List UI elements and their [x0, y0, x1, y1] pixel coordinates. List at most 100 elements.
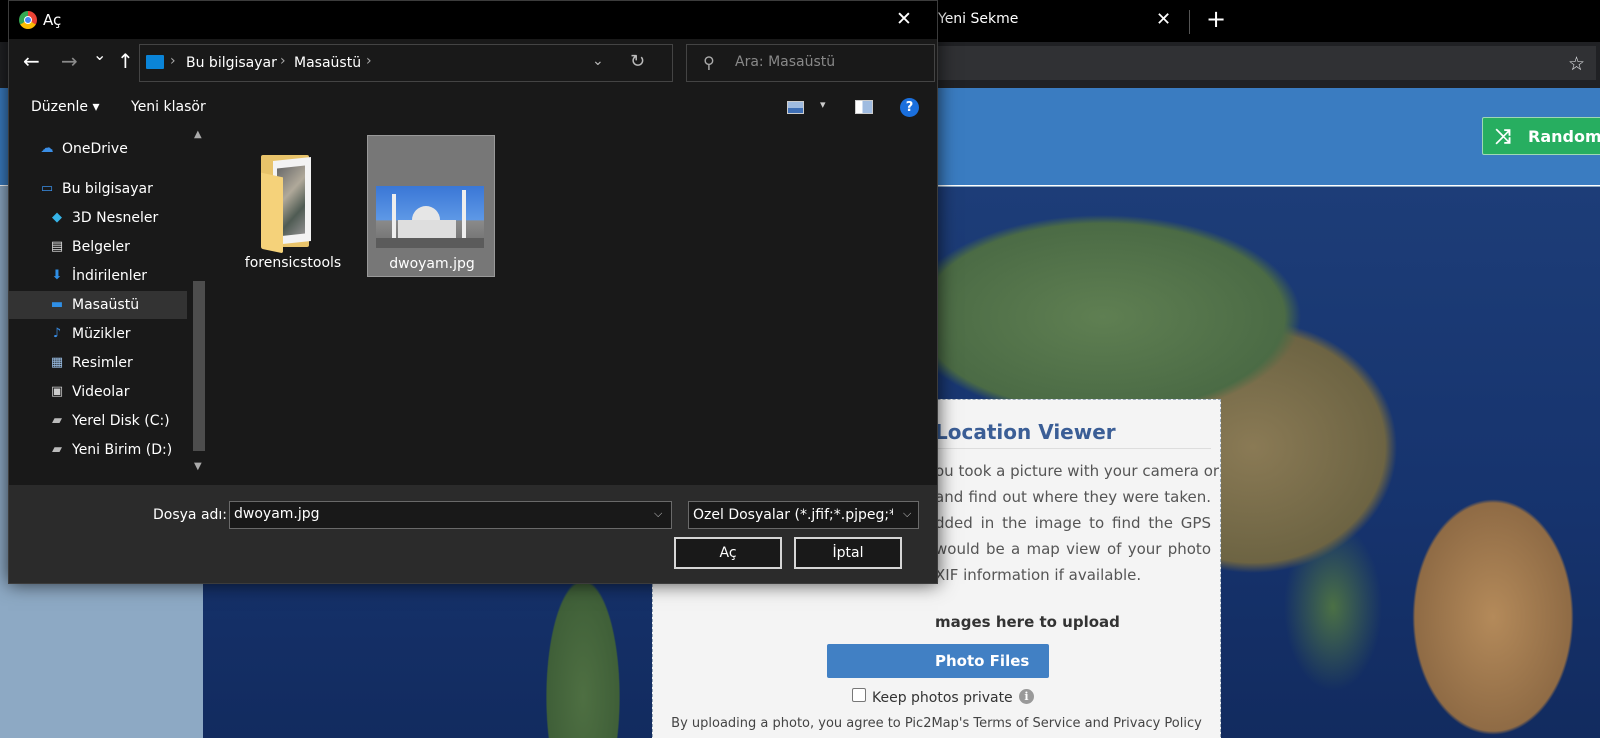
- close-icon[interactable]: ✕: [896, 8, 912, 30]
- chevron-down-icon[interactable]: ⌵: [903, 507, 911, 521]
- pictures-icon: ▦: [50, 355, 64, 370]
- back-arrow-icon[interactable]: ←: [23, 49, 40, 73]
- organize-button[interactable]: Düzenle ▾: [31, 99, 99, 115]
- preview-pane-icon[interactable]: [855, 100, 873, 114]
- video-icon: ▣: [50, 384, 64, 399]
- file-list-pane: forensicstools dwoyam.jpg: [213, 127, 937, 485]
- sidebar-item-label: Müzikler: [72, 326, 131, 342]
- sidebar-item-label: Yeni Birim (D:): [72, 442, 173, 458]
- view-options-icon[interactable]: [787, 101, 804, 114]
- random-button-label: Random L: [1528, 127, 1600, 146]
- keep-private-label: Keep photos private: [872, 690, 1013, 706]
- thumbnail-building: [398, 220, 456, 240]
- photo-files-label: Photo Files: [935, 652, 1030, 670]
- drive-icon: ▰: [52, 442, 62, 457]
- sidebar-item[interactable]: ▰ Yeni Birim (D:): [9, 436, 187, 464]
- title-divider: [935, 448, 1211, 449]
- dialog-search-box[interactable]: ⚲: [686, 44, 935, 82]
- file-item-forensicstools[interactable]: forensicstools: [229, 135, 357, 277]
- sidebar-item[interactable]: ◆ 3D Nesneler: [9, 204, 187, 232]
- shuffle-icon: ⤨: [1495, 124, 1511, 148]
- sidebar-item-label: Bu bilgisayar: [62, 181, 153, 197]
- sidebar-item-label: OneDrive: [62, 141, 128, 157]
- address-bar[interactable]: [920, 46, 1596, 80]
- dialog-footer: Dosya adı: ⌵ Özel Dosyalar (*.jfif;*.pjp…: [9, 485, 937, 583]
- sidebar-item[interactable]: ⬇ İndirilenler: [9, 262, 187, 290]
- scroll-up-icon[interactable]: ▲: [194, 129, 202, 140]
- tab-close-icon[interactable]: ✕: [1156, 9, 1171, 30]
- new-folder-button[interactable]: Yeni klasör: [131, 99, 206, 115]
- tab-separator: [1189, 10, 1190, 34]
- dialog-navigation-bar: ← → ⌄ ↑ › Bu bilgisayar › Masaüstü › ⌄ ↻…: [9, 39, 937, 89]
- breadcrumb-separator: ›: [280, 53, 286, 69]
- open-button[interactable]: Aç: [674, 537, 782, 569]
- chevron-down-icon[interactable]: ⌄: [592, 53, 604, 69]
- cancel-button-label: İptal: [832, 545, 864, 561]
- refresh-icon[interactable]: ↻: [630, 51, 645, 72]
- sidebar-item-label: Yerel Disk (C:): [72, 413, 170, 429]
- dialog-address-bar[interactable]: › Bu bilgisayar › Masaüstü › ⌄ ↻: [139, 44, 673, 82]
- sidebar-item[interactable]: ♪ Müzikler: [9, 320, 187, 348]
- upload-description-line: would be a map view of your photo: [935, 540, 1211, 558]
- thumbnail-minaret: [462, 190, 466, 240]
- sidebar-item[interactable]: ▦ Resimler: [9, 349, 187, 377]
- navigation-pane: ☁ OneDrive ▭ Bu bilgisayar ◆ 3D Nesneler ▤ Belg…: [9, 127, 211, 485]
- open-file-dialog: Aç ✕ ← → ⌄ ↑ › Bu bilgisayar › Masaüstü …: [8, 0, 938, 584]
- breadcrumb-separator: ›: [170, 53, 176, 69]
- music-icon: ♪: [52, 326, 62, 341]
- upload-description-line: XIF information if available.: [935, 566, 1142, 584]
- sidebar-item-label: İndirilenler: [72, 268, 148, 284]
- sidebar-item[interactable]: ▬ Masaüstü: [9, 291, 187, 319]
- chevron-down-icon[interactable]: ⌵: [654, 507, 662, 521]
- sidebar-item-label: Masaüstü: [72, 297, 140, 313]
- sidebar-item[interactable]: ▭ Bu bilgisayar: [9, 175, 187, 203]
- terms-text: By uploading a photo, you agree to Pic2M…: [671, 716, 1202, 731]
- scroll-down-icon[interactable]: ▼: [194, 461, 202, 472]
- scrollbar-thumb[interactable]: [193, 281, 205, 451]
- chevron-down-icon[interactable]: ▾: [820, 98, 826, 111]
- browser-tab[interactable]: Yeni Sekme ✕: [920, 0, 1182, 42]
- file-item-dwoyam[interactable]: dwoyam.jpg: [367, 135, 495, 277]
- upload-description-line: ou took a picture with your camera or: [935, 462, 1220, 480]
- sidebar-item-label: Resimler: [72, 355, 133, 371]
- sidebar-item[interactable]: ▰ Yerel Disk (C:): [9, 407, 187, 435]
- thumbnail-minaret: [392, 194, 396, 240]
- cube-icon: ◆: [52, 210, 62, 225]
- keep-private-checkbox[interactable]: [852, 688, 866, 702]
- document-icon: ▤: [50, 239, 64, 254]
- filename-label: Dosya adı:: [153, 507, 228, 523]
- filename-input[interactable]: [234, 506, 644, 522]
- dialog-titlebar: Aç ✕: [9, 1, 937, 39]
- info-icon[interactable]: i: [1019, 689, 1034, 704]
- help-icon[interactable]: ?: [900, 98, 919, 117]
- drive-icon: ▰: [52, 413, 62, 428]
- download-icon: ⬇: [51, 268, 63, 283]
- upload-description-line: and find out where they were taken.: [935, 488, 1211, 506]
- upload-title: Location Viewer: [935, 420, 1116, 444]
- browser-tab-title: Yeni Sekme: [938, 11, 1019, 27]
- sidebar-item[interactable]: ▤ Belgeler: [9, 233, 187, 261]
- filetype-select[interactable]: Özel Dosyalar (*.jfif;*.pjpeg;*.jpeg;*.p…: [688, 501, 919, 529]
- photo-files-button[interactable]: Photo Files: [827, 644, 1049, 678]
- desktop-icon: ▬: [50, 297, 64, 312]
- navigation-scrollbar[interactable]: ▲ ▼: [190, 127, 209, 485]
- random-location-button[interactable]: ⤨ Random L: [1482, 117, 1600, 155]
- recent-locations-icon[interactable]: ⌄: [93, 45, 106, 64]
- search-input[interactable]: [735, 54, 925, 70]
- breadcrumb-bu-bilgisayar[interactable]: Bu bilgisayar: [186, 55, 277, 71]
- file-name: forensicstools: [244, 255, 342, 271]
- dialog-command-bar: Düzenle ▾ Yeni klasör ▾ ?: [9, 89, 937, 127]
- breadcrumb-masaustu[interactable]: Masaüstü: [294, 55, 361, 71]
- sidebar-item[interactable]: ☁ OneDrive: [9, 135, 187, 163]
- sidebar-item-label: 3D Nesneler: [72, 210, 159, 226]
- drag-drop-text: mages here to upload: [935, 613, 1120, 631]
- filename-combobox[interactable]: ⌵: [229, 501, 672, 529]
- new-tab-icon[interactable]: +: [1206, 5, 1226, 33]
- forward-arrow-icon[interactable]: →: [61, 49, 78, 73]
- up-arrow-icon[interactable]: ↑: [117, 49, 134, 73]
- bookmark-star-icon[interactable]: ☆: [1568, 53, 1585, 75]
- sidebar-item[interactable]: ▣ Videolar: [9, 378, 187, 406]
- cancel-button[interactable]: İptal: [794, 537, 902, 569]
- cloud-icon: ☁: [40, 141, 54, 156]
- search-icon: ⚲: [703, 53, 715, 72]
